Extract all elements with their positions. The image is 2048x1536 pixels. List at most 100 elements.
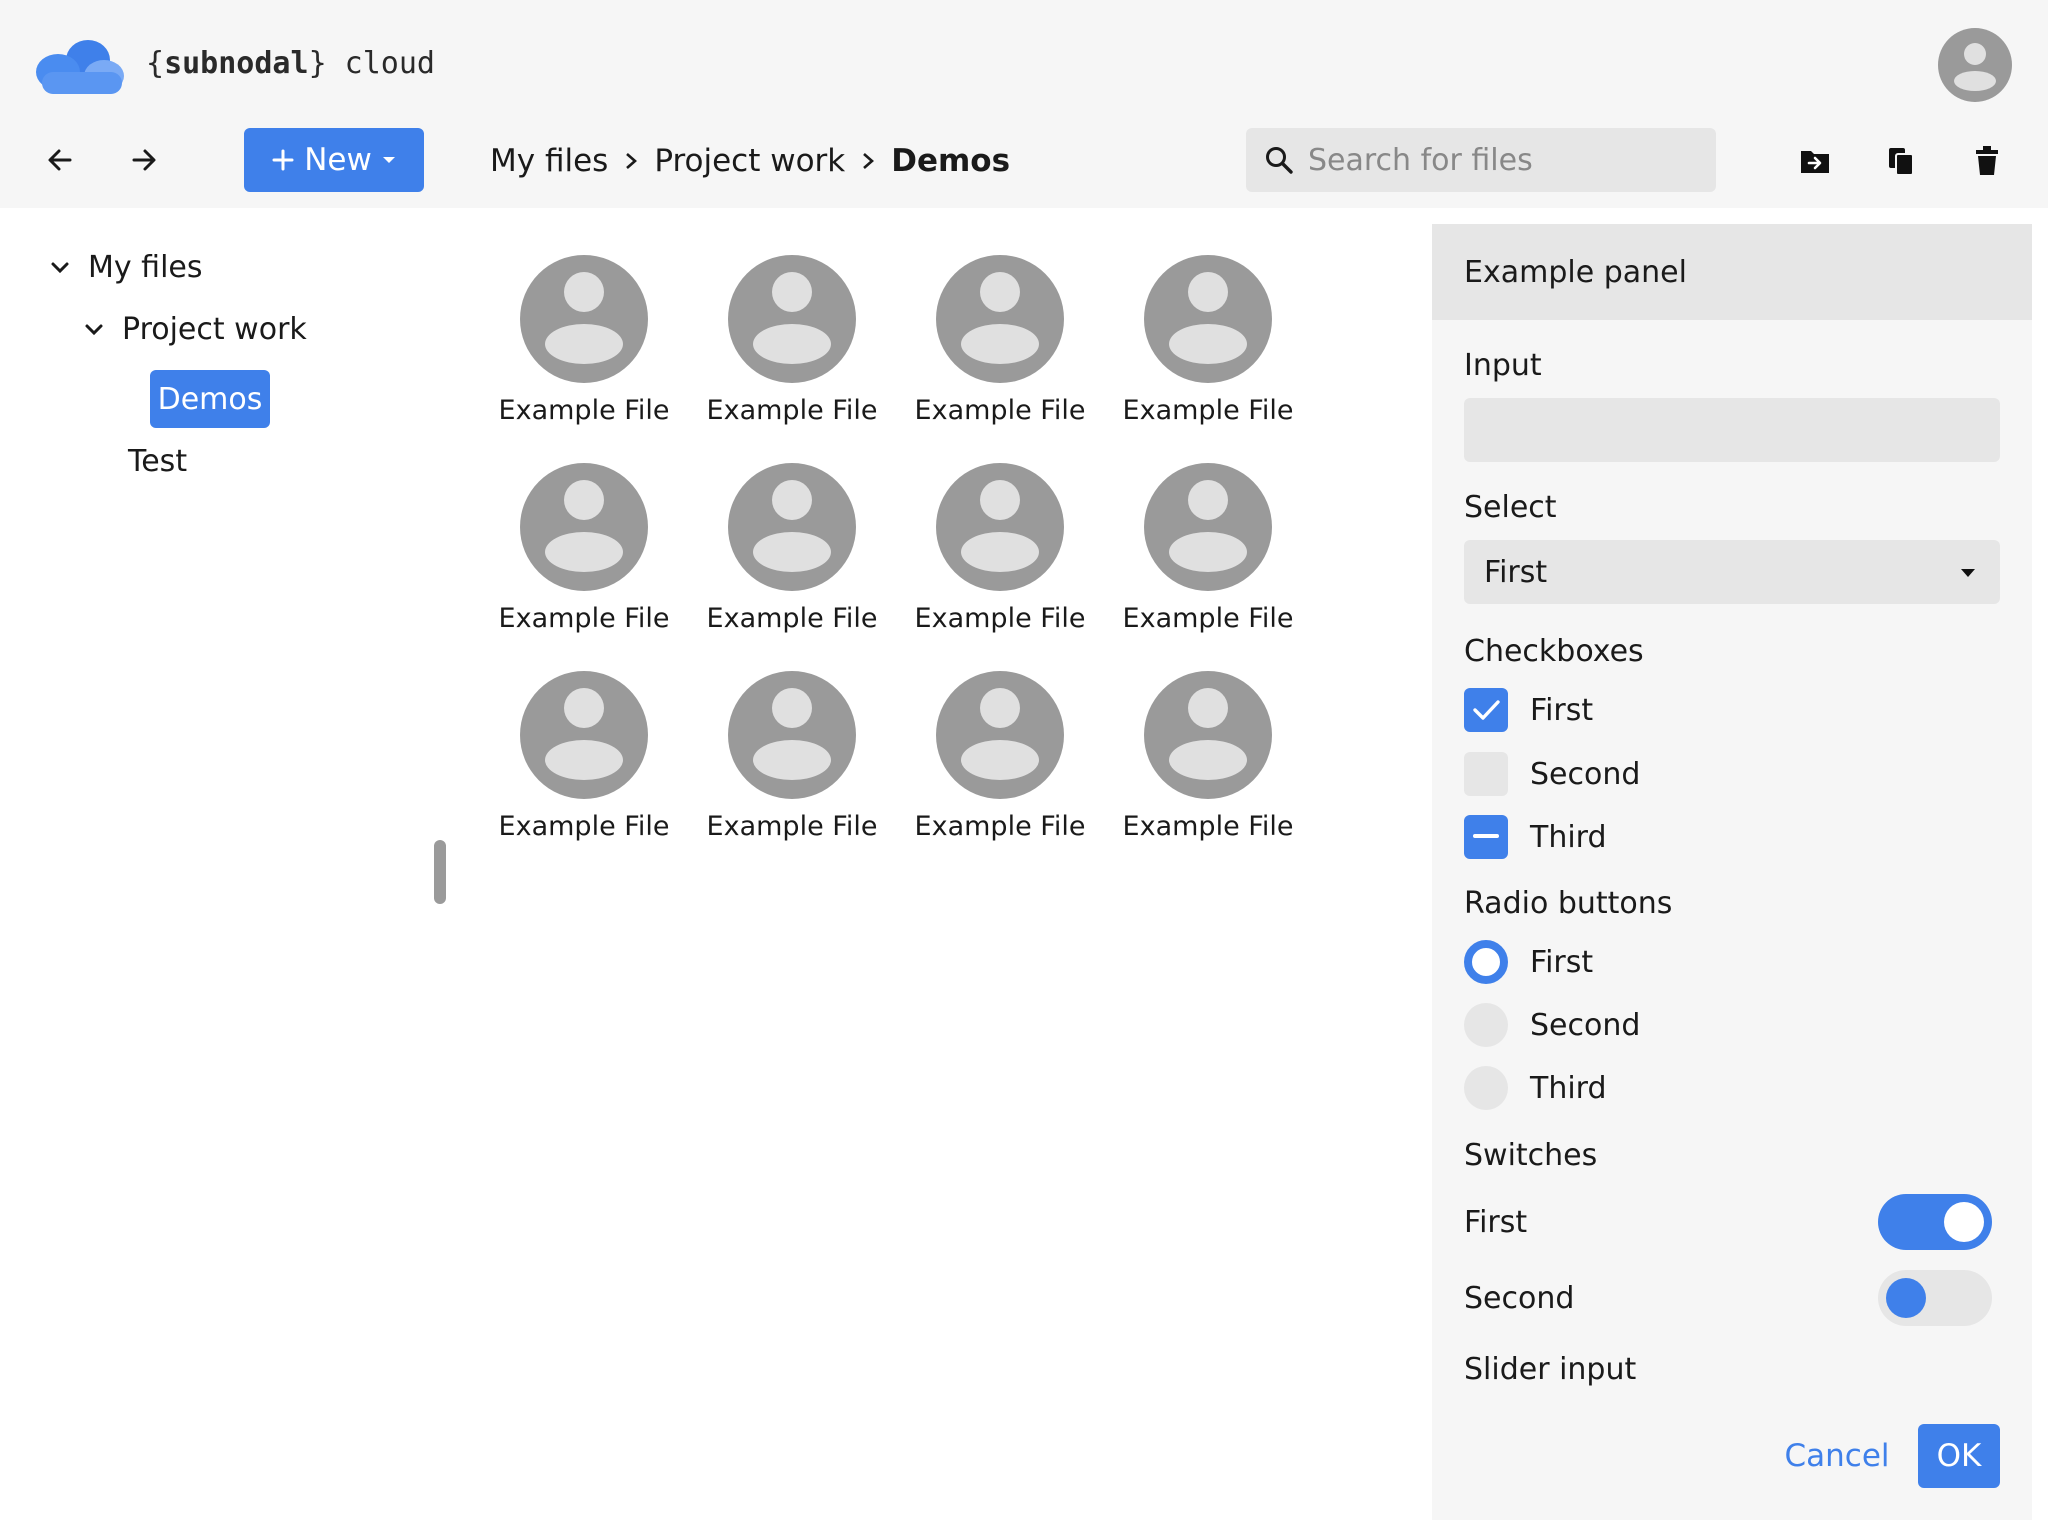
checkbox-first[interactable]: First bbox=[1464, 688, 1593, 732]
ok-button[interactable]: OK bbox=[1918, 1424, 2000, 1488]
checkbox-label: Second bbox=[1530, 756, 1641, 792]
copy-icon bbox=[1889, 148, 1914, 176]
search-icon bbox=[1266, 147, 1293, 174]
switch-first-toggle[interactable] bbox=[1878, 1194, 1992, 1250]
file-placeholder-icon bbox=[520, 671, 648, 799]
file-label: Example File bbox=[1122, 603, 1294, 634]
switch-second-toggle[interactable] bbox=[1878, 1270, 1992, 1326]
input-label: Input bbox=[1464, 348, 1542, 383]
file-item[interactable]: Example File bbox=[905, 255, 1095, 455]
switch-row-first: First bbox=[1464, 1194, 1992, 1250]
breadcrumb: My files Project work Demos bbox=[490, 138, 1010, 184]
radio-first[interactable]: First bbox=[1464, 940, 1593, 984]
tree-item-label: My files bbox=[88, 250, 203, 285]
file-label: Example File bbox=[706, 603, 878, 634]
breadcrumb-item-my-files[interactable]: My files bbox=[490, 143, 608, 179]
file-placeholder-icon bbox=[520, 255, 648, 383]
tree-item-label: Project work bbox=[122, 312, 307, 347]
delete-button[interactable] bbox=[1966, 140, 2008, 182]
file-label: Example File bbox=[706, 811, 878, 842]
file-item[interactable]: Example File bbox=[489, 463, 679, 663]
panel-input-field[interactable] bbox=[1464, 398, 2000, 462]
tree-item-demos[interactable]: Demos bbox=[150, 370, 270, 428]
file-label: Example File bbox=[706, 395, 878, 426]
app-header: {subnodal} cloud New My files Project wo… bbox=[0, 0, 2048, 208]
cloud-logo-icon bbox=[36, 40, 124, 94]
checkbox-unchecked[interactable] bbox=[1464, 752, 1508, 796]
radio-second[interactable]: Second bbox=[1464, 1003, 1640, 1047]
file-placeholder-icon bbox=[728, 671, 856, 799]
select-value: First bbox=[1484, 554, 1548, 590]
file-label: Example File bbox=[1122, 395, 1294, 426]
checkbox-indeterminate[interactable] bbox=[1464, 815, 1508, 859]
file-label: Example File bbox=[914, 603, 1086, 634]
arrow-right-icon bbox=[132, 149, 156, 171]
breadcrumb-item-project-work[interactable]: Project work bbox=[654, 143, 845, 179]
panel-select[interactable]: First bbox=[1464, 540, 2000, 604]
file-item[interactable]: Example File bbox=[905, 463, 1095, 663]
breadcrumb-item-demos[interactable]: Demos bbox=[891, 143, 1010, 179]
radio-label: Third bbox=[1530, 1070, 1607, 1106]
file-placeholder-icon bbox=[936, 255, 1064, 383]
file-item[interactable]: Example File bbox=[697, 463, 887, 663]
search-box[interactable] bbox=[1246, 128, 1716, 192]
move-to-folder-icon bbox=[1801, 151, 1829, 173]
file-placeholder-icon bbox=[936, 671, 1064, 799]
file-item[interactable]: Example File bbox=[1113, 671, 1303, 871]
file-item[interactable]: Example File bbox=[905, 671, 1095, 871]
panel-title: Example panel bbox=[1432, 224, 2032, 320]
file-label: Example File bbox=[914, 811, 1086, 842]
caret-down-icon bbox=[382, 157, 395, 163]
radio-label: Second bbox=[1530, 1007, 1641, 1043]
chevron-right-icon bbox=[863, 153, 875, 169]
forward-button[interactable] bbox=[122, 138, 166, 182]
file-placeholder-icon bbox=[520, 463, 648, 591]
switches-label: Switches bbox=[1464, 1138, 1598, 1173]
radio-label: First bbox=[1530, 944, 1594, 980]
user-avatar-icon[interactable] bbox=[1938, 28, 2012, 102]
minus-icon bbox=[1473, 834, 1499, 838]
file-placeholder-icon bbox=[728, 255, 856, 383]
delete-icon bbox=[1976, 146, 1998, 175]
file-item[interactable]: Example File bbox=[1113, 255, 1303, 455]
radio-unselected[interactable] bbox=[1464, 1003, 1508, 1047]
checkbox-checked[interactable] bbox=[1464, 688, 1508, 732]
radio-selected[interactable] bbox=[1464, 940, 1508, 984]
chevron-right-icon bbox=[626, 153, 638, 169]
file-label: Example File bbox=[498, 811, 670, 842]
checkbox-third[interactable]: Third bbox=[1464, 815, 1607, 859]
file-item[interactable]: Example File bbox=[1113, 463, 1303, 663]
file-item[interactable]: Example File bbox=[697, 671, 887, 871]
tree-item-project-work[interactable]: Project work bbox=[84, 312, 307, 347]
file-item[interactable]: Example File bbox=[697, 255, 887, 455]
slider-input-label: Slider input bbox=[1464, 1352, 1637, 1387]
search-input[interactable] bbox=[1308, 142, 1688, 178]
checkbox-label: First bbox=[1530, 692, 1594, 728]
switch-row-second: Second bbox=[1464, 1270, 1992, 1326]
tree-item-test[interactable]: Test bbox=[128, 444, 187, 479]
tree-item-label: Test bbox=[128, 444, 188, 479]
example-panel: Example panel Input Select First Checkbo… bbox=[1432, 224, 2032, 1520]
radio-third[interactable]: Third bbox=[1464, 1066, 1607, 1110]
switch-knob bbox=[1944, 1202, 1984, 1242]
file-item[interactable]: Example File bbox=[489, 255, 679, 455]
chevron-down-icon bbox=[51, 262, 69, 273]
arrow-left-icon bbox=[48, 149, 72, 171]
move-button[interactable] bbox=[1794, 140, 1836, 182]
copy-button[interactable] bbox=[1880, 140, 1922, 182]
tree-item-my-files[interactable]: My files bbox=[50, 250, 203, 285]
file-label: Example File bbox=[914, 395, 1086, 426]
plus-icon bbox=[272, 149, 294, 171]
back-button[interactable] bbox=[38, 138, 82, 182]
file-label: Example File bbox=[1122, 811, 1294, 842]
checkbox-second[interactable]: Second bbox=[1464, 752, 1640, 796]
select-label: Select bbox=[1464, 490, 1557, 525]
radio-unselected[interactable] bbox=[1464, 1066, 1508, 1110]
sidebar-resize-handle[interactable] bbox=[434, 840, 446, 904]
file-item[interactable]: Example File bbox=[489, 671, 679, 871]
file-label: Example File bbox=[498, 603, 670, 634]
switch-knob bbox=[1886, 1278, 1926, 1318]
switch-label: First bbox=[1464, 1204, 1528, 1240]
cancel-button[interactable]: Cancel bbox=[1772, 1424, 1902, 1488]
new-button[interactable]: New bbox=[244, 128, 424, 192]
